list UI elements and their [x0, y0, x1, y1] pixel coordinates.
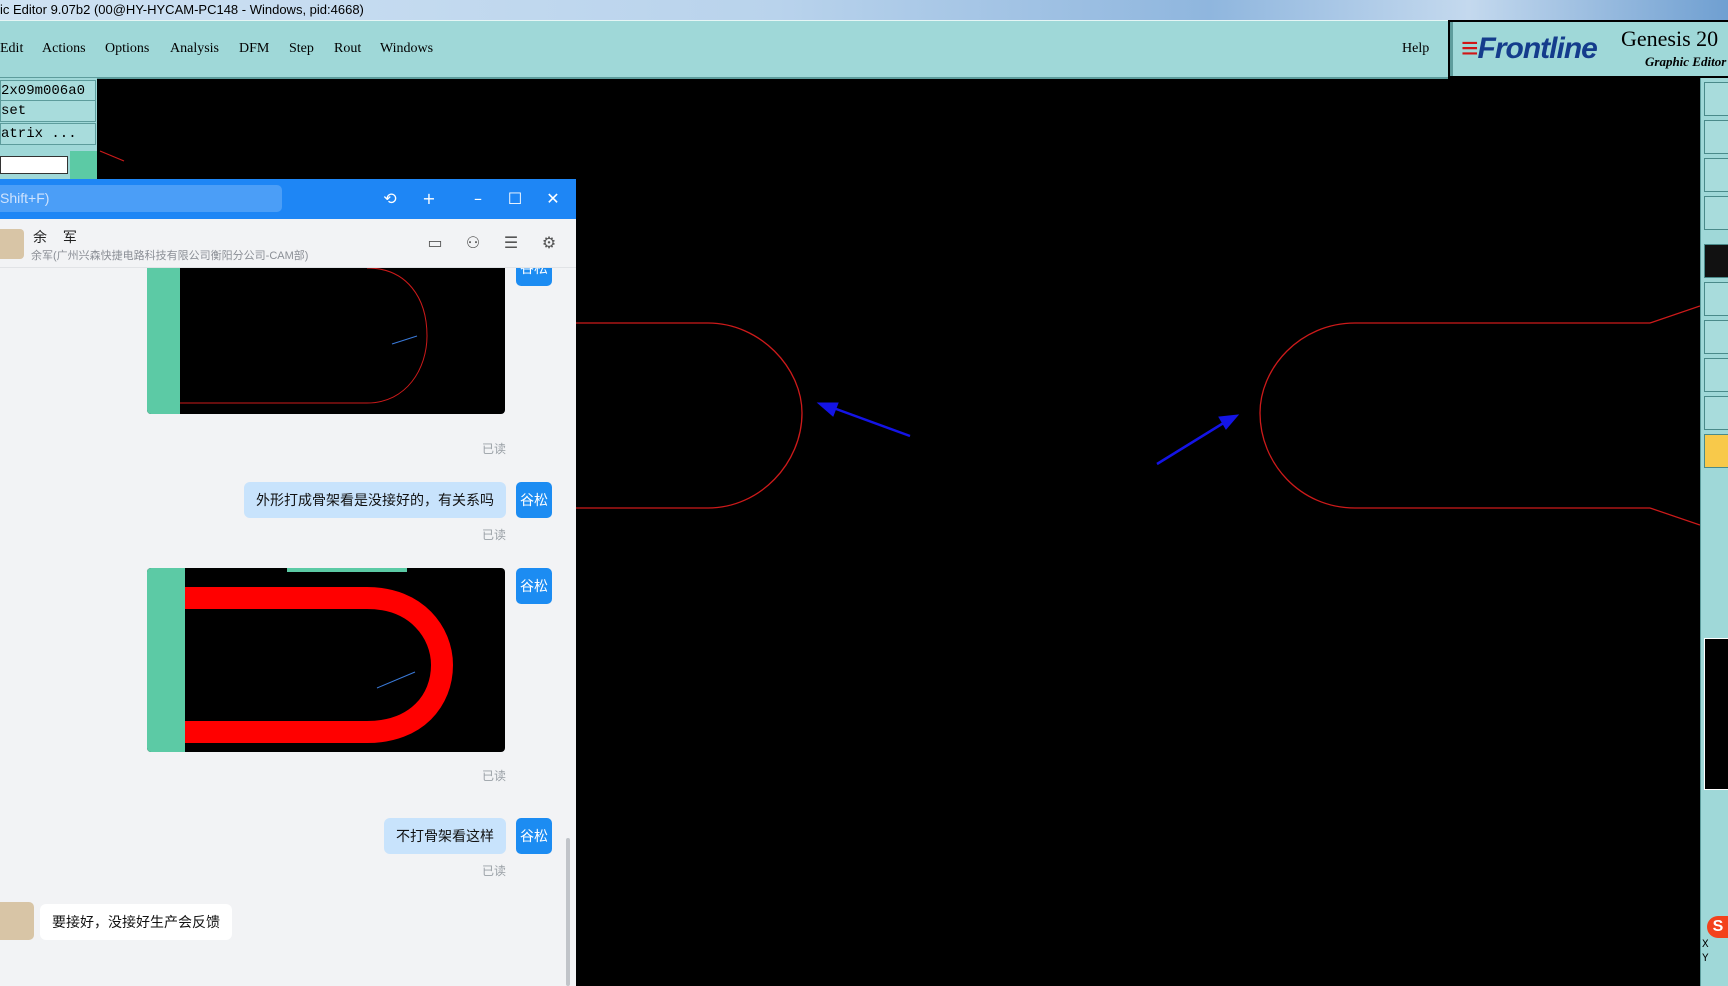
menu-rout[interactable]: Rout [334, 41, 361, 57]
chat-message-list[interactable]: 谷松 已读 外形打成骨架看是没接好的，有关系吗 谷松 已读 谷松 已读 不打骨架… [0, 268, 576, 986]
genesis-subtitle: Graphic Editor [1645, 54, 1727, 69]
tool-select-icon[interactable] [1704, 358, 1728, 392]
tool-zoom-icon[interactable] [1704, 82, 1728, 116]
ime-logo-icon[interactable]: S [1707, 916, 1728, 938]
my-avatar[interactable]: 谷松 [516, 818, 552, 854]
menu-actions[interactable]: Actions [42, 41, 86, 57]
genesis-product-name: Genesis 20 [1621, 26, 1719, 51]
coord-x-label: X [1702, 939, 1709, 951]
menu-help[interactable]: Help [1402, 41, 1429, 57]
menu-options[interactable]: Options [105, 41, 149, 57]
my-avatar[interactable]: 谷松 [516, 482, 552, 518]
folder-icon[interactable]: ▭ [425, 233, 445, 253]
minimize-icon[interactable]: – [466, 187, 490, 211]
message-bubble[interactable]: 不打骨架看这样 [384, 818, 506, 854]
tool-snap-icon[interactable] [1704, 196, 1728, 230]
add-icon[interactable]: + [417, 187, 441, 211]
layer-preview-panel [1704, 638, 1728, 790]
tool-connect-icon[interactable] [1704, 282, 1728, 316]
frontline-logo: ≡Frontline [1461, 32, 1598, 66]
close-icon[interactable]: ✕ [541, 187, 565, 211]
chat-contact-header: 余 军 余军(广州兴森快捷电路科技有限公司衡阳分公司-CAM部) ▭ ⚇ ☰ ⚙ [0, 219, 576, 268]
tool-pan-icon[interactable] [1704, 120, 1728, 154]
chat-search-input[interactable]: Shift+F) [0, 185, 282, 212]
coord-y-label: Y [1702, 953, 1709, 965]
contact-name: 余 军 [33, 229, 83, 245]
contact-avatar[interactable] [0, 229, 24, 259]
coordinate-readout: X Y [1702, 938, 1728, 984]
my-avatar[interactable]: 谷松 [516, 568, 552, 604]
add-member-icon[interactable]: ⚇ [463, 233, 483, 253]
job-name-field[interactable]: 2x09m006a0 [0, 80, 96, 102]
window-title: ic Editor 9.07b2 (00@HY-HYCAM-PC148 - Wi… [0, 2, 364, 17]
left-job-panel: 2x09m006a0 set atrix ... [0, 78, 97, 181]
menu-analysis[interactable]: Analysis [170, 41, 219, 57]
layer-input[interactable] [0, 156, 68, 174]
tool-measure-icon[interactable] [1704, 320, 1728, 354]
frontline-logo-text: Frontline [1477, 32, 1598, 65]
tool-triangle-icon[interactable] [1704, 396, 1728, 430]
set-button[interactable]: set [0, 100, 96, 122]
read-status: 已读 [482, 528, 507, 542]
chat-window: Shift+F) ⟲ + – ☐ ✕ 余 军 余军(广州兴森快捷电路科技有限公司… [0, 179, 576, 986]
menu-dfm[interactable]: DFM [239, 41, 269, 57]
read-status: 已读 [482, 864, 507, 878]
matrix-button[interactable]: atrix ... [0, 123, 96, 145]
settings-gear-icon[interactable]: ⚙ [539, 233, 559, 253]
right-outline-shape [1259, 305, 1700, 526]
menu-step[interactable]: Step [289, 41, 314, 57]
brand-logo-area: ≡Frontline Genesis 20 Graphic Editor [1450, 22, 1728, 76]
chat-title-bar: Shift+F) ⟲ + – ☐ ✕ [0, 179, 576, 219]
message-bubble[interactable]: 外形打成骨架看是没接好的，有关系吗 [244, 482, 506, 518]
search-history-icon[interactable]: ☰ [501, 233, 521, 253]
left-outline-shape [576, 322, 803, 509]
message-bubble[interactable]: 要接好，没接好生产会反馈 [40, 904, 232, 940]
red-edge-line-topleft [99, 150, 125, 162]
image-message-2[interactable] [147, 568, 505, 752]
window-title-bar: ic Editor 9.07b2 (00@HY-HYCAM-PC148 - Wi… [0, 0, 1728, 20]
tool-fit-icon[interactable] [1704, 158, 1728, 192]
right-arrow-annotation [1156, 414, 1240, 466]
menu-edit[interactable]: Edit [0, 41, 23, 57]
history-icon[interactable]: ⟲ [378, 187, 402, 211]
menu-bar: Edit Actions Options Analysis DFM Step R… [0, 20, 1448, 79]
frontline-logo-mark: ≡ [1461, 32, 1478, 65]
contact-subtitle: 余军(广州兴森快捷电路科技有限公司衡阳分公司-CAM部) [31, 250, 309, 262]
maximize-icon[interactable]: ☐ [503, 187, 527, 211]
menu-windows[interactable]: Windows [380, 41, 433, 57]
panel-green-strip [70, 151, 97, 181]
right-toolbar: S X Y [1700, 78, 1728, 986]
image-message-1[interactable] [147, 268, 505, 414]
read-status: 已读 [482, 769, 507, 783]
contact-avatar[interactable] [0, 902, 34, 940]
my-avatar[interactable]: 谷松 [516, 268, 552, 286]
left-arrow-annotation [816, 402, 911, 438]
read-status: 已读 [482, 442, 507, 456]
image-preview-2 [185, 587, 454, 743]
image-preview-1 [180, 268, 428, 404]
tool-fill-icon[interactable] [1704, 244, 1728, 278]
chat-scrollbar[interactable] [566, 838, 570, 986]
tool-pointer-icon[interactable] [1704, 434, 1728, 468]
